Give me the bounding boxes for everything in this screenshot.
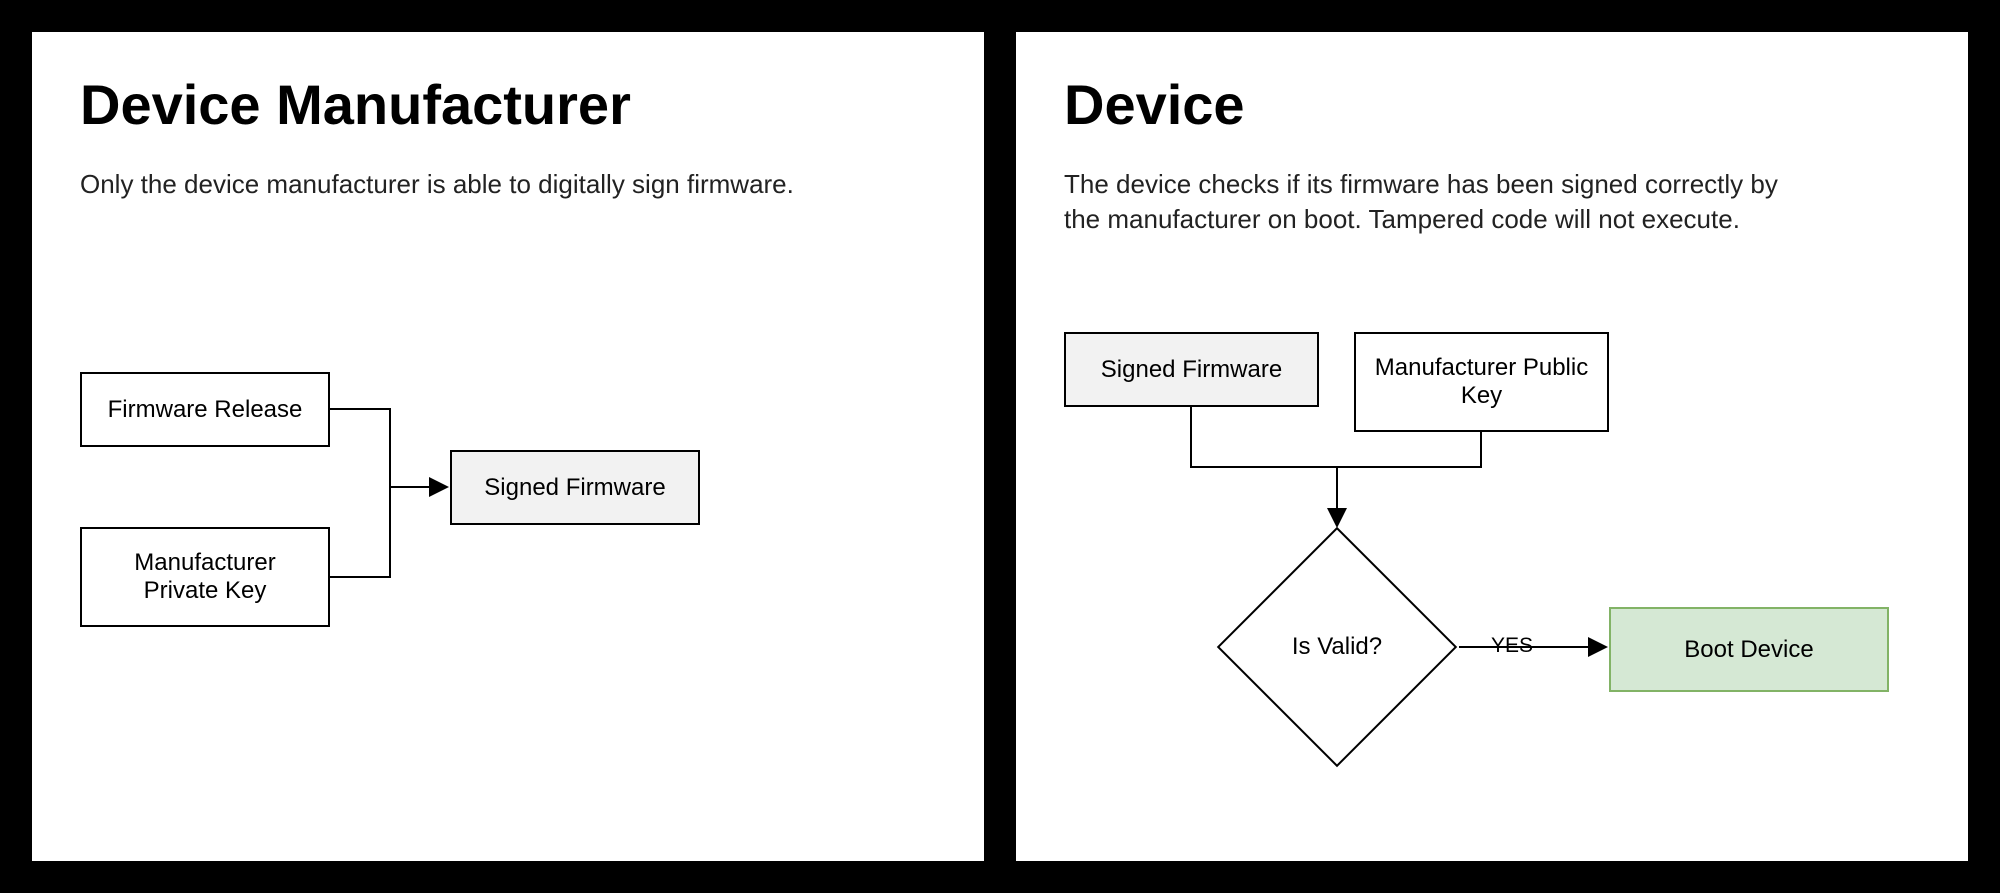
- diagram-device: Signed Firmware Manufacturer Public Key …: [1064, 332, 1944, 852]
- box-firmware-release: Firmware Release: [80, 372, 330, 447]
- decision-label: Is Valid?: [1292, 633, 1382, 661]
- panel-title: Device: [1064, 72, 1920, 137]
- diagram-manufacturer: Firmware Release Manufacturer Private Ke…: [80, 372, 780, 722]
- edge-label-yes: YES: [1489, 634, 1535, 658]
- panel-manufacturer: Device Manufacturer Only the device manu…: [32, 32, 984, 861]
- panel-description: Only the device manufacturer is able to …: [80, 167, 830, 202]
- box-signed-firmware: Signed Firmware: [450, 450, 700, 525]
- panel-device: Device The device checks if its firmware…: [1016, 32, 1968, 861]
- panel-description: The device checks if its firmware has be…: [1064, 167, 1814, 237]
- box-boot-device: Boot Device: [1609, 607, 1889, 692]
- panel-title: Device Manufacturer: [80, 72, 936, 137]
- box-private-key: Manufacturer Private Key: [80, 527, 330, 627]
- box-signed-firmware: Signed Firmware: [1064, 332, 1319, 407]
- box-public-key: Manufacturer Public Key: [1354, 332, 1609, 432]
- diagram-container: Device Manufacturer Only the device manu…: [0, 0, 2000, 893]
- decision-is-valid: Is Valid?: [1252, 562, 1422, 732]
